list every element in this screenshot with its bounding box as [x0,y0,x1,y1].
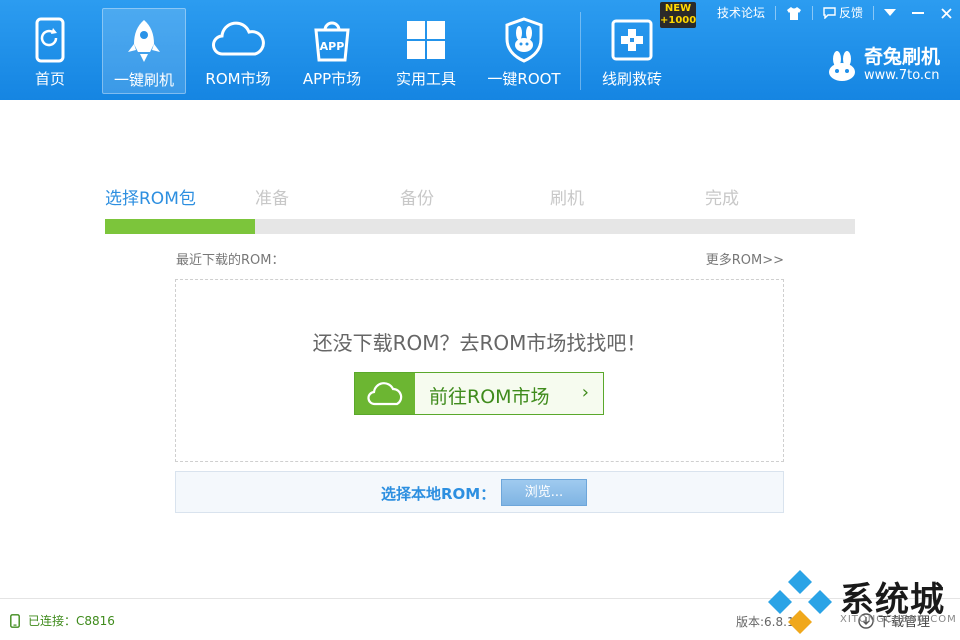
cloud-icon [209,16,267,64]
step-complete: 完成 [705,189,739,209]
go-rom-market-label: 前往ROM市场 [429,386,550,408]
close-icon [940,7,952,19]
nav-home[interactable]: 首页 [8,8,92,94]
close-button[interactable] [932,0,960,26]
svg-text:APP: APP [320,40,345,53]
chat-bubble-icon [823,7,836,19]
empty-rom-message: 还没下载ROM？去ROM市场找找吧！ [312,331,647,355]
version-label: 版本:6.8.1 [736,615,795,629]
cloud-icon [355,373,415,414]
nav-one-click-flash-label: 一键刷机 [113,71,174,89]
nav-tools-label: 实用工具 [395,70,456,88]
nav-line-flash-rescue-label: 线刷救砖 [601,70,662,88]
nav-one-click-root-label: 一键ROOT [487,70,561,88]
windows-grid-icon [402,16,450,64]
chevron-right-icon: › [581,382,589,403]
step-flash: 刷机 [550,189,584,209]
menu-dropdown-button[interactable] [876,0,904,26]
step-progress-bar [105,219,855,234]
forum-link[interactable]: 技术论坛 [709,0,773,26]
nav-rom-market-label: ROM市场 [205,70,271,88]
minimize-icon [912,12,924,14]
feedback-label: 反馈 [838,6,863,20]
nav-app-market-label: APP市场 [302,70,362,88]
nav-one-click-root[interactable]: 一键ROOT [478,8,570,94]
phone-refresh-icon [26,16,74,64]
feedback-link[interactable]: 反馈 [815,0,871,26]
connection-status: 已连接：C8816 [10,612,115,629]
skin-button[interactable] [778,0,810,26]
phone-icon [10,613,20,628]
title-bar-links: 技术论坛 反馈 [709,0,960,26]
more-rom-link[interactable]: 更多ROM>> [706,249,784,268]
nav-tools[interactable]: 实用工具 [384,8,468,94]
local-rom-label: 选择本地ROM： [381,485,496,503]
rabbit-shield-icon [500,16,548,64]
app-bag-icon: APP [308,16,356,64]
download-icon [858,612,874,629]
status-bar: 已连接：C8816 版本:6.8.1 下载管理 [0,598,960,640]
nav-home-label: 首页 [34,70,65,88]
minimize-button[interactable] [904,0,932,26]
top-bar: 首页 一键刷机 ROM市场 APP APP市场 实用工具 一键ROOT 线刷救砖… [0,0,960,100]
brand-url: www.7to.cn [863,68,940,83]
browse-button[interactable]: 浏览... [501,479,587,506]
rocket-icon [120,17,168,65]
local-rom-bar: 选择本地ROM： 浏览... [175,471,784,513]
download-manager-button[interactable]: 下载管理 [858,611,930,630]
step-prepare: 准备 [255,189,289,209]
nav-app-market[interactable]: APP APP市场 [290,8,374,94]
flash-steps: 选择ROM包 准备 备份 刷机 完成 [105,184,855,209]
download-manager-label: 下载管理 [878,615,931,630]
new-badge: NEW +1000 [660,2,696,28]
new-badge-text: NEW +1000 [660,3,697,26]
tshirt-icon [786,7,801,20]
step-backup: 备份 [400,189,434,209]
recent-rom-label: 最近下载的ROM： [176,253,285,268]
nav-divider [580,12,581,90]
brand: 奇兔刷机 www.7to.cn [826,44,940,88]
nav-one-click-flash[interactable]: 一键刷机 [102,8,186,94]
step-select-rom: 选择ROM包 [105,189,196,209]
recent-rom-list: 还没下载ROM？去ROM市场找找吧！ 前往ROM市场 › [175,279,784,462]
nav-rom-market[interactable]: ROM市场 [196,8,280,94]
rabbit-logo-icon [826,50,858,82]
brand-name: 奇兔刷机 [863,46,940,68]
go-rom-market-button[interactable]: 前往ROM市场 › [354,372,604,415]
chevron-down-icon [884,9,896,16]
rescue-cross-icon [608,16,656,64]
step-progress-fill [105,219,255,234]
connection-status-text: 已连接：C8816 [28,614,115,628]
